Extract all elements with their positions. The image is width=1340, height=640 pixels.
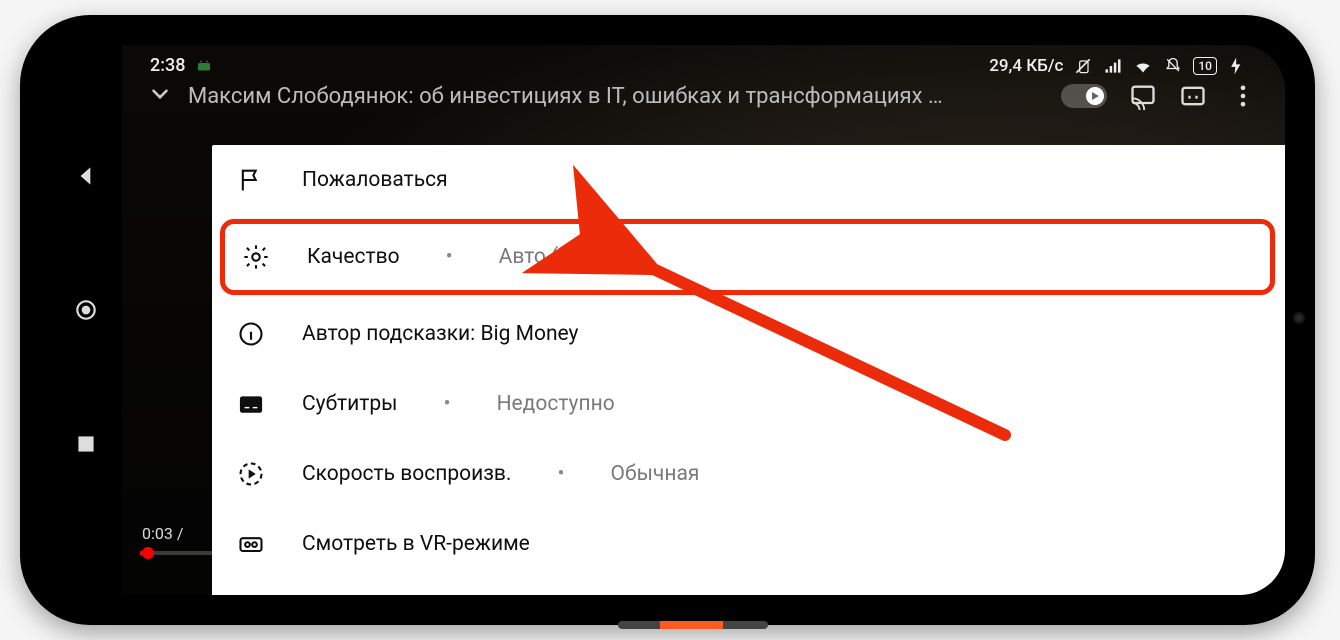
menu-label: Скорость воспроизв. xyxy=(302,462,511,486)
autoplay-toggle[interactable] xyxy=(1061,84,1107,108)
separator-dot: • xyxy=(436,245,463,269)
menu-label: Смотреть в VR-режиме xyxy=(302,532,530,556)
captions-icon xyxy=(236,389,266,419)
playback-speed-icon xyxy=(236,459,266,489)
phone-screen-bezel: 2:38 29,4 КБ/с 10 Максим Слободянюк xyxy=(50,45,1285,595)
menu-item-speed[interactable]: Скорость воспроизв. • Обычная xyxy=(212,439,1285,509)
separator-dot: • xyxy=(547,462,574,486)
battery-text: 10 xyxy=(1198,58,1212,74)
menu-value: Авто (480p) xyxy=(499,245,613,269)
menu-item-cards-author[interactable]: Автор подсказки: Big Money xyxy=(212,299,1285,369)
info-icon xyxy=(236,319,266,349)
menu-item-quality[interactable]: Качество • Авто (480p) xyxy=(220,219,1275,295)
wifi-icon xyxy=(1133,56,1153,76)
charging-icon xyxy=(1227,56,1247,76)
video-header: Максим Слободянюк: об инвестициях в IT, … xyxy=(122,81,1285,111)
video-title: Максим Слободянюк: об инвестициях в IT, … xyxy=(188,84,1047,109)
captions-icon[interactable] xyxy=(1179,82,1207,110)
separator-dot: • xyxy=(433,392,460,416)
player-options-menu: Пожаловаться Качество • Авто (480p) Авто… xyxy=(212,145,1285,595)
menu-item-captions[interactable]: Субтитры • Недоступно xyxy=(212,369,1285,439)
menu-item-report[interactable]: Пожаловаться xyxy=(212,145,1285,215)
nav-recent-button[interactable] xyxy=(73,431,99,457)
menu-label: Качество xyxy=(307,245,400,269)
more-icon[interactable] xyxy=(1229,82,1257,110)
android-icon xyxy=(195,57,213,75)
menu-label: Пожаловаться xyxy=(302,168,448,192)
vr-icon xyxy=(236,529,266,559)
cast-icon[interactable] xyxy=(1129,82,1157,110)
phone-mockup: 2:38 29,4 КБ/с 10 Максим Слободянюк xyxy=(20,15,1315,625)
android-nav-rail xyxy=(50,45,122,595)
menu-label: Субтитры xyxy=(302,392,397,416)
video-timecode: 0:03 / xyxy=(142,524,183,543)
menu-value: Обычная xyxy=(611,462,700,486)
flag-icon xyxy=(236,165,266,195)
nav-back-button[interactable] xyxy=(73,163,99,189)
status-time: 2:38 xyxy=(150,55,185,76)
battery-indicator: 10 xyxy=(1193,57,1217,75)
status-net-speed: 29,4 КБ/с xyxy=(989,56,1063,76)
gear-icon xyxy=(241,242,271,272)
phone-bottom-accent xyxy=(618,621,768,629)
notifications-off-icon xyxy=(1163,56,1183,76)
nav-home-button[interactable] xyxy=(73,297,99,323)
no-sim-icon xyxy=(1073,56,1093,76)
menu-item-help[interactable]: Справка/отзыв xyxy=(212,579,1285,595)
video-screen: 2:38 29,4 КБ/с 10 Максим Слободянюк xyxy=(122,45,1285,595)
progress-scrubber[interactable] xyxy=(142,547,154,559)
menu-value: Недоступно xyxy=(497,392,615,416)
signal-icon xyxy=(1103,56,1123,76)
collapse-button[interactable] xyxy=(146,81,174,111)
menu-item-vr[interactable]: Смотреть в VR-режиме xyxy=(212,509,1285,579)
menu-label: Автор подсказки: Big Money xyxy=(302,322,579,346)
camera-notch xyxy=(1289,280,1309,360)
status-bar: 2:38 29,4 КБ/с 10 xyxy=(122,55,1275,76)
